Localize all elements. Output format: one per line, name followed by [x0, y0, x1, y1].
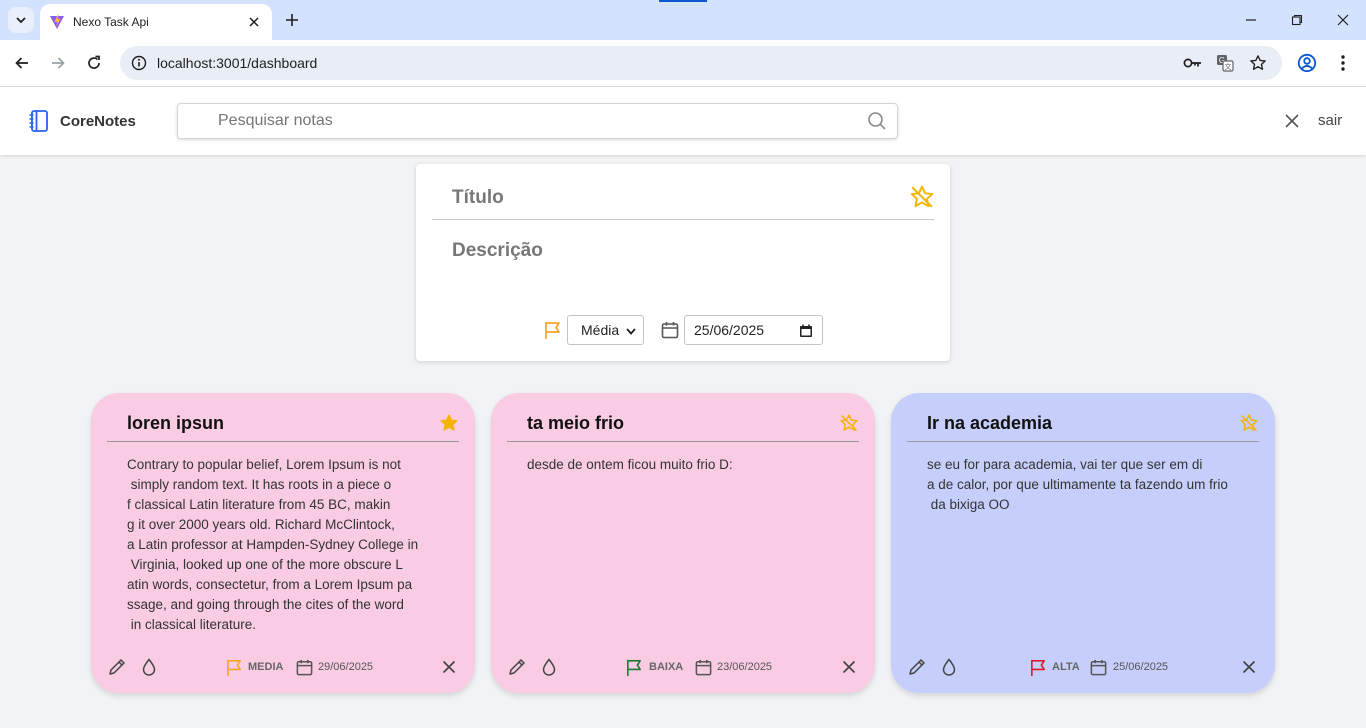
tab-close-icon[interactable]: [246, 14, 262, 30]
note-body: desde de ontem ficou muito frio D:: [527, 457, 733, 472]
brand[interactable]: CoreNotes: [28, 109, 136, 133]
priority-select-value: Média: [581, 322, 620, 338]
note-date: 29/06/2025: [318, 661, 374, 673]
note-date: 25/06/2025: [1113, 661, 1169, 673]
back-arrow-icon[interactable]: [9, 50, 35, 76]
chevron-down-icon: [16, 17, 26, 24]
note-title: ta meio frio: [527, 413, 625, 433]
clear-close-icon[interactable]: [1282, 111, 1302, 131]
brand-name: CoreNotes: [60, 112, 136, 130]
color-drop-icon[interactable]: [139, 657, 159, 677]
search-box: [177, 103, 898, 139]
note-divider: [107, 441, 459, 442]
note-date: 23/06/2025: [717, 661, 773, 673]
site-info-icon[interactable]: [130, 54, 148, 72]
note-footer: ALTA 25/06/2025: [891, 655, 1275, 679]
note-footer: BAIXA 23/06/2025: [491, 655, 875, 679]
edit-pencil-icon[interactable]: [907, 657, 927, 677]
calendar-icon: [660, 320, 680, 340]
note-body: Contrary to popular belief, Lorem Ipsum …: [127, 457, 419, 632]
note-divider: [907, 441, 1259, 442]
favorite-toggle-off-icon[interactable]: [1239, 413, 1259, 433]
notebook-icon: [28, 109, 50, 133]
priority-select[interactable]: Média: [567, 315, 644, 345]
favorite-star-filled-icon[interactable]: [439, 413, 459, 433]
search-icon[interactable]: [867, 111, 887, 131]
note-title: loren ipsun: [127, 413, 225, 433]
vite-favicon-icon: [49, 14, 65, 30]
tab-title: Nexo Task Api: [73, 15, 149, 29]
due-date-value: 25/06/2025: [694, 322, 765, 338]
priority-flag-icon: [543, 320, 563, 340]
edit-pencil-icon[interactable]: [507, 657, 527, 677]
password-key-icon[interactable]: [1183, 53, 1203, 73]
priority-flag-icon: [224, 657, 244, 677]
tab-search-button[interactable]: [8, 7, 34, 33]
color-drop-icon[interactable]: [539, 657, 559, 677]
chevron-down-icon: [625, 325, 637, 337]
favorite-toggle-off-icon[interactable]: [909, 184, 935, 210]
color-drop-icon[interactable]: [939, 657, 959, 677]
note-body: se eu for para academia, vai ter que ser…: [927, 457, 1228, 512]
forward-arrow-icon[interactable]: [45, 50, 71, 76]
title-divider: [432, 219, 934, 220]
note-priority: ALTA: [1052, 661, 1080, 673]
app-header: CoreNotes sair: [0, 87, 1366, 155]
favorite-toggle-off-icon[interactable]: [839, 413, 859, 433]
search-input[interactable]: [218, 110, 858, 132]
note-footer: MEDIA 29/06/2025: [91, 655, 475, 679]
edit-pencil-icon[interactable]: [107, 657, 127, 677]
delete-close-icon[interactable]: [439, 657, 459, 677]
reload-icon[interactable]: [81, 50, 107, 76]
delete-close-icon[interactable]: [839, 657, 859, 677]
restore-icon[interactable]: [1274, 0, 1320, 40]
profile-icon[interactable]: [1296, 52, 1318, 74]
delete-close-icon[interactable]: [1239, 657, 1259, 677]
note-divider: [507, 441, 859, 442]
minimize-icon[interactable]: [1228, 0, 1274, 40]
svg-text:文: 文: [1225, 62, 1232, 71]
browser-tab-active[interactable]: Nexo Task Api: [40, 4, 272, 40]
new-tab-icon[interactable]: [282, 10, 302, 30]
calendar-icon: [294, 657, 314, 677]
note-priority: BAIXA: [649, 661, 684, 673]
create-note-form: Média 25/06/2025: [416, 164, 950, 361]
browser-menu-icon[interactable]: [1332, 52, 1354, 74]
calendar-icon: [693, 657, 713, 677]
note-title-input[interactable]: [452, 187, 852, 209]
translate-icon[interactable]: G文: [1215, 53, 1235, 73]
priority-flag-icon: [1028, 657, 1048, 677]
priority-flag-icon: [624, 657, 644, 677]
note-card: loren ipsun Contrary to popular belief, …: [91, 393, 475, 693]
date-picker-icon[interactable]: [799, 324, 813, 338]
url-text: localhost:3001/dashboard: [157, 55, 318, 71]
note-card: ta meio frio desde de ontem ficou muito …: [491, 393, 875, 693]
note-priority: MEDIA: [248, 661, 284, 673]
address-bar[interactable]: localhost:3001/dashboard G文: [120, 46, 1282, 80]
logout-link[interactable]: sair: [1318, 112, 1342, 129]
calendar-icon: [1088, 657, 1108, 677]
browser-tab-bar: Nexo Task Api: [0, 0, 1366, 40]
note-description-input[interactable]: [452, 240, 912, 300]
browser-toolbar: localhost:3001/dashboard G文: [0, 40, 1366, 87]
bookmark-star-icon[interactable]: [1248, 53, 1268, 73]
due-date-input[interactable]: 25/06/2025: [684, 315, 823, 345]
note-card: Ir na academia se eu for para academia, …: [891, 393, 1275, 693]
note-title: Ir na academia: [927, 413, 1053, 433]
tab-strip-indicator: [659, 0, 707, 2]
window-close-icon[interactable]: [1320, 0, 1366, 40]
